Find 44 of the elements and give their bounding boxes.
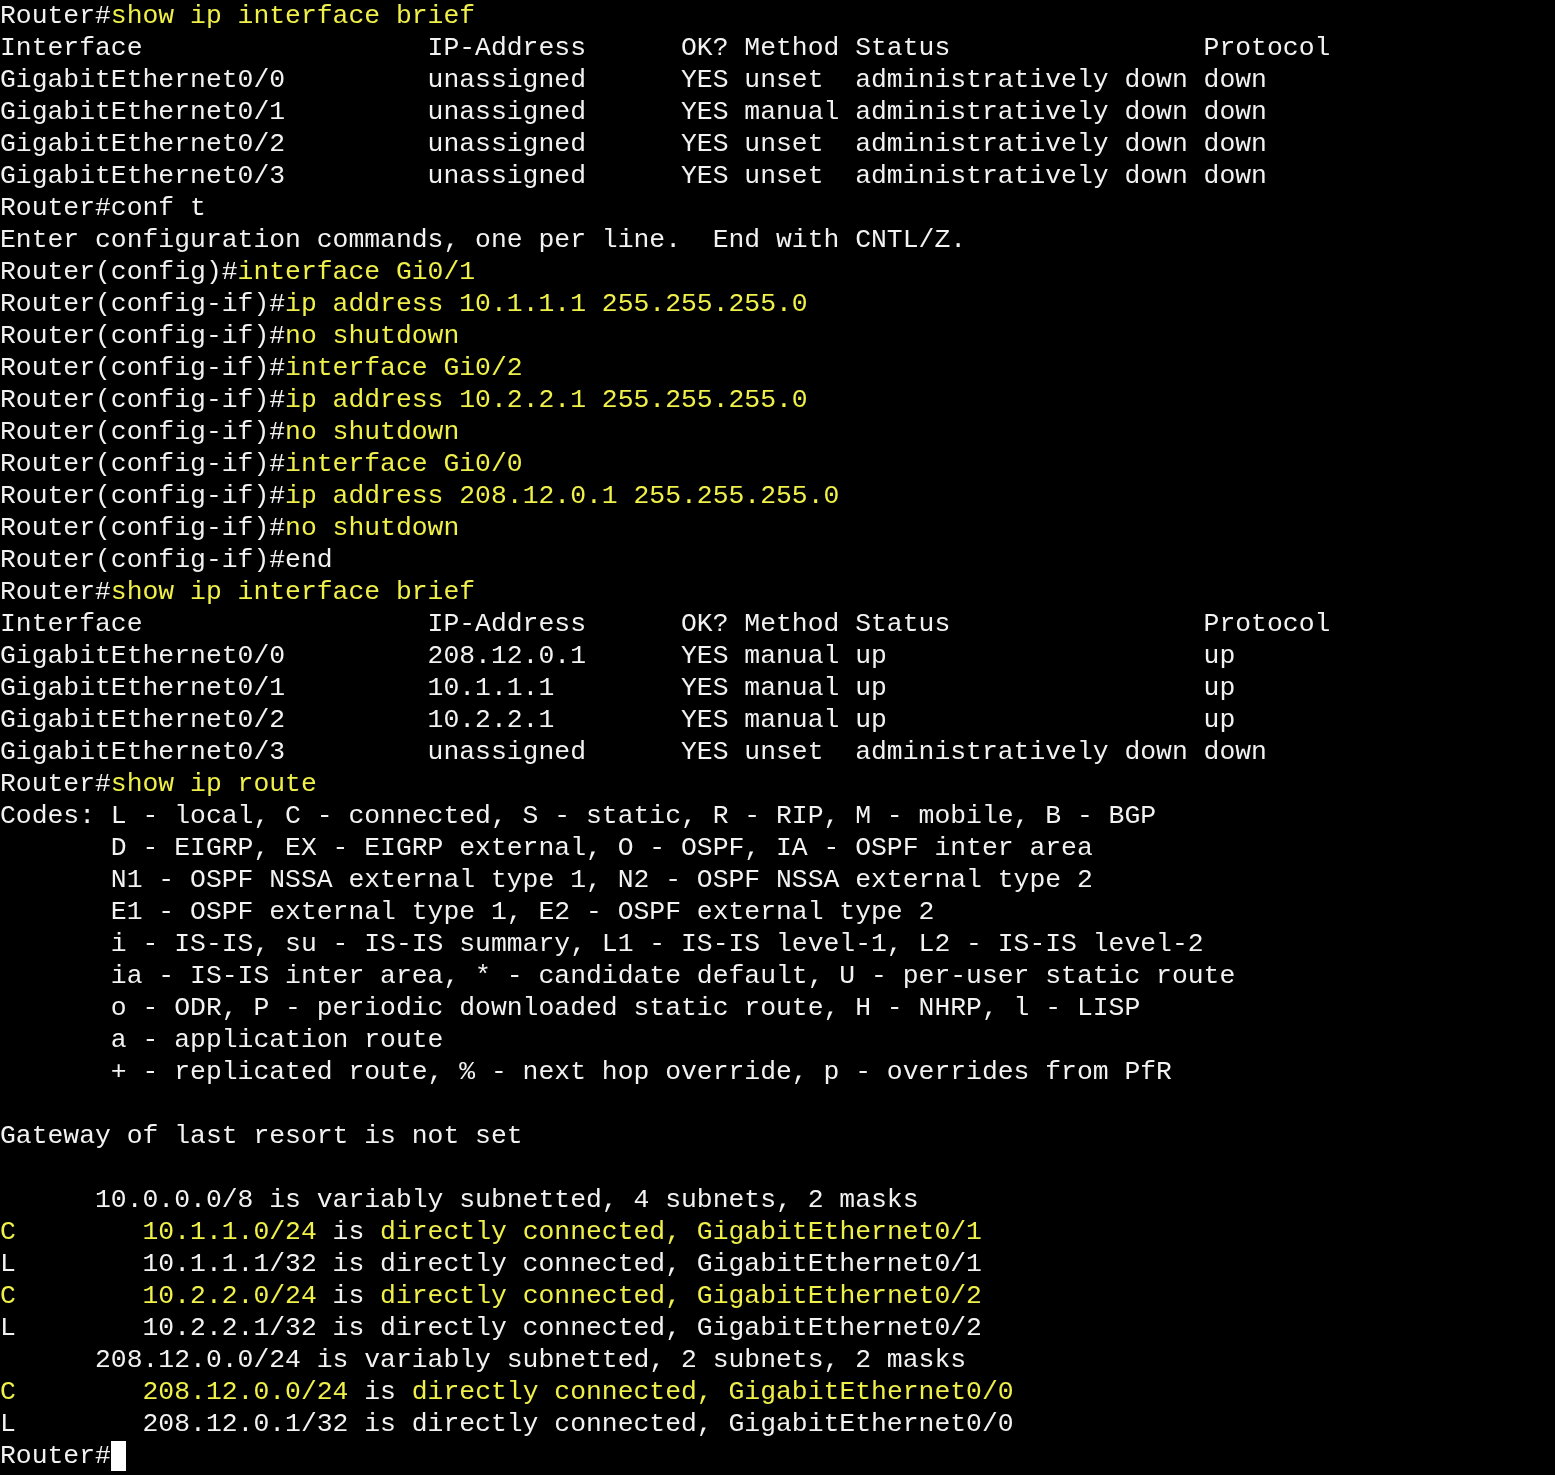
terminal-line: Router(config-if)#ip address 208.12.0.1 255.255.255.0 xyxy=(0,480,840,512)
terminal-line: GigabitEthernet0/0 unassigned YES unset administratively down down xyxy=(0,64,1267,96)
terminal-line: GigabitEthernet0/3 unassigned YES unset administratively down down xyxy=(0,736,1267,768)
terminal-line: Enter configuration commands, one per line. End with CNTL/Z. xyxy=(0,224,967,256)
terminal-line: 10.0.0.0/8 is variably subnetted, 4 subnets, 2 masks xyxy=(94,1184,919,1216)
terminal-line: GigabitEthernet0/0 208.12.0.1 YES manual up up xyxy=(0,640,1236,672)
terminal-line: Router(config-if)#ip address 10.2.2.1 255.255.255.0 xyxy=(0,384,808,416)
terminal-line: 208.12.0.0/24 is variably subnetted, 2 subnets, 2 masks xyxy=(94,1344,967,1376)
terminal-line: Router#show ip interface brief xyxy=(0,576,476,608)
terminal-line: GigabitEthernet0/2 unassigned YES unset administratively down down xyxy=(0,128,1267,160)
terminal-line: GigabitEthernet0/3 unassigned YES unset administratively down down xyxy=(0,160,1267,192)
terminal-line: Router(config-if)#end xyxy=(0,544,333,576)
terminal-line: Router(config-if)#interface Gi0/0 xyxy=(0,448,523,480)
terminal-line: Gateway of last resort is not set xyxy=(0,1120,523,1152)
terminal-line: Router#show ip interface brief xyxy=(0,0,476,32)
terminal-line: C 10.2.2.0/24 is directly connected, GigabitEthernet0/2 xyxy=(0,1280,982,1312)
terminal-line: D - EIGRP, EX - EIGRP external, O - OSPF, IA - OSPF inter area xyxy=(109,832,1093,864)
terminal-line: C 10.1.1.0/24 is directly connected, GigabitEthernet0/1 xyxy=(0,1216,982,1248)
terminal-line: Router(config-if)#ip address 10.1.1.1 255.255.255.0 xyxy=(0,288,808,320)
terminal-line: E1 - OSPF external type 1, E2 - OSPF external type 2 xyxy=(109,896,935,928)
terminal-line: N1 - OSPF NSSA external type 1, N2 - OSPF NSSA external type 2 xyxy=(109,864,1093,896)
terminal-line: ia - IS-IS inter area, * - candidate default, U - per-user static route xyxy=(109,960,1236,992)
terminal-line: Router(config-if)#interface Gi0/2 xyxy=(0,352,523,384)
terminal-line: Codes: L - local, C - connected, S - static, R - RIP, M - mobile, B - BGP xyxy=(0,800,1157,832)
terminal-line: L 208.12.0.1/32 is directly connected, GigabitEthernet0/0 xyxy=(0,1408,1014,1440)
terminal-line: a - application route xyxy=(109,1024,444,1056)
terminal-line: Router(config)#interface Gi0/1 xyxy=(0,256,476,288)
terminal-line: C 208.12.0.0/24 is directly connected, GigabitEthernet0/0 xyxy=(0,1376,1014,1408)
terminal-line: Interface IP-Address OK? Method Status Protocol xyxy=(0,608,1331,640)
terminal-line: i - IS-IS, su - IS-IS summary, L1 - IS-IS level-1, L2 - IS-IS level-2 xyxy=(109,928,1204,960)
terminal-line: Router(config-if)#no shutdown xyxy=(0,416,460,448)
terminal-line: L 10.1.1.1/32 is directly connected, GigabitEthernet0/1 xyxy=(0,1248,982,1280)
terminal-line: Router(config-if)#no shutdown xyxy=(0,320,460,352)
terminal-line: GigabitEthernet0/1 10.1.1.1 YES manual up up xyxy=(0,672,1236,704)
terminal-line: Router#conf t xyxy=(0,192,206,224)
terminal-line: GigabitEthernet0/2 10.2.2.1 YES manual up up xyxy=(0,704,1236,736)
terminal-line: Router#show ip route xyxy=(0,768,317,800)
terminal-line: + - replicated route, % - next hop override, p - overrides from PfR xyxy=(109,1056,1172,1088)
terminal-line: GigabitEthernet0/1 unassigned YES manual administratively down down xyxy=(0,96,1267,128)
terminal-line: Router# xyxy=(0,1440,111,1472)
terminal-line: L 10.2.2.1/32 is directly connected, GigabitEthernet0/2 xyxy=(0,1312,982,1344)
terminal-line: Router(config-if)#no shutdown xyxy=(0,512,460,544)
terminal-line: Interface IP-Address OK? Method Status Protocol xyxy=(0,32,1331,64)
terminal-line: o - ODR, P - periodic downloaded static route, H - NHRP, l - LISP xyxy=(109,992,1141,1024)
